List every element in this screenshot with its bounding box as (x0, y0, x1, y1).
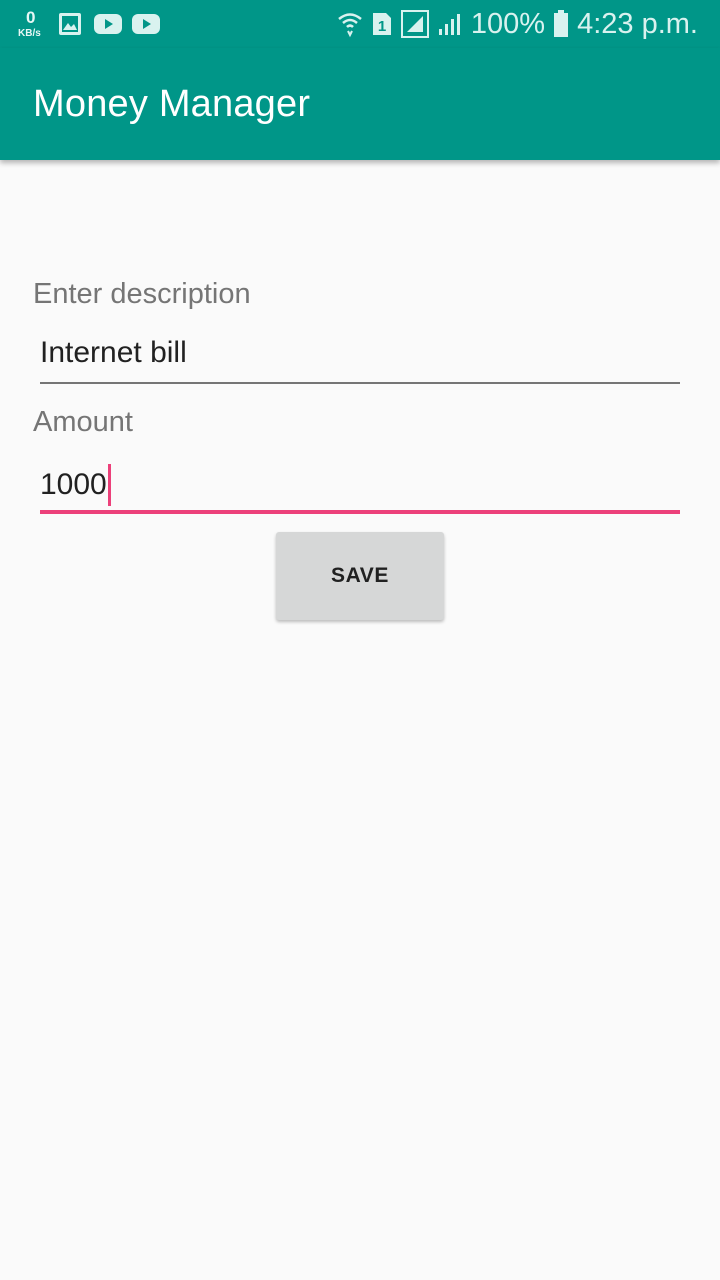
amount-underline (40, 510, 680, 514)
sim1-icon: 1 (371, 11, 393, 37)
amount-input[interactable]: 1000 (40, 464, 111, 506)
youtube-icon (132, 13, 160, 35)
wifi-icon (337, 10, 363, 38)
svg-text:1: 1 (378, 18, 386, 35)
clock: 4:23 p.m. (577, 7, 698, 40)
amount-input-value: 1000 (40, 468, 107, 501)
status-right: 1 100% 4:23 p.m. (337, 6, 698, 42)
data-speed-unit: KB/s (18, 28, 41, 39)
text-cursor (107, 464, 111, 506)
app-title: Money Manager (33, 83, 311, 125)
amount-field[interactable]: 1000 (40, 464, 680, 516)
description-underline (40, 382, 680, 384)
description-input-value[interactable]: Internet bill (40, 336, 187, 370)
data-speed-indicator: 0 KB/s (16, 6, 48, 42)
signal-icon (400, 10, 429, 38)
app-bar: Money Manager (0, 48, 720, 160)
youtube-icon (94, 13, 122, 35)
description-label: Enter description (33, 278, 251, 310)
save-button[interactable]: SAVE (276, 532, 444, 620)
amount-label: Amount (33, 406, 133, 438)
signal-icon (437, 11, 463, 37)
gallery-icon (58, 12, 84, 36)
description-field[interactable]: Internet bill (40, 336, 680, 386)
data-speed-value: 0 (26, 8, 36, 27)
battery-percent: 100% (470, 7, 546, 40)
battery-icon (553, 10, 569, 38)
status-left: 0 KB/s (16, 6, 160, 42)
status-bar: 0 KB/s 1 100% 4:23 p.m. (0, 0, 720, 48)
